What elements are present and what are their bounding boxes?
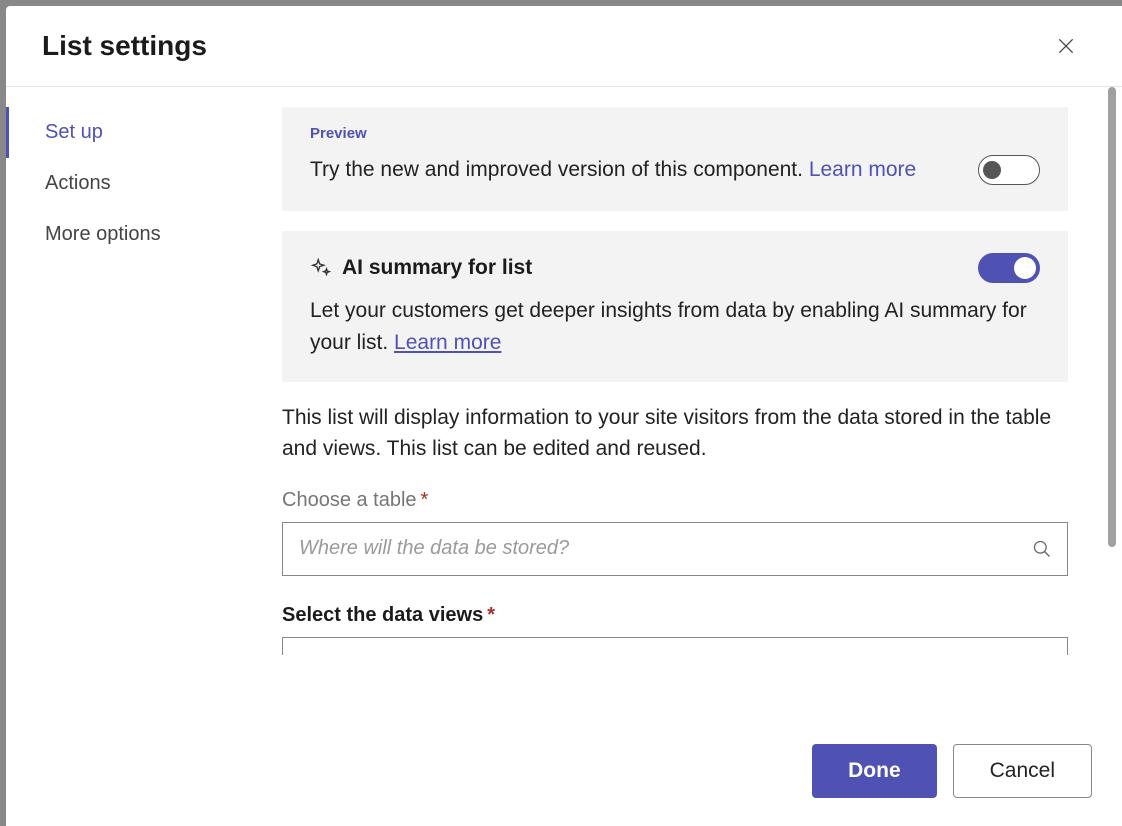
ai-learn-more-link[interactable]: Learn more xyxy=(394,331,501,354)
dialog-header: List settings xyxy=(6,6,1122,87)
choose-table-input-wrap xyxy=(282,522,1068,576)
required-asterisk: * xyxy=(487,604,495,626)
list-settings-dialog: List settings Set up Actions More option… xyxy=(6,6,1122,826)
dialog-footer: Done Cancel xyxy=(266,720,1104,826)
content-area: Preview Try the new and improved version… xyxy=(266,87,1122,826)
close-icon xyxy=(1056,36,1076,56)
required-asterisk: * xyxy=(421,489,429,511)
settings-sidebar: Set up Actions More options xyxy=(6,87,266,826)
select-views-label: Select the data views* xyxy=(282,604,1068,627)
preview-card: Preview Try the new and improved version… xyxy=(282,107,1068,211)
toggle-knob xyxy=(983,161,1001,179)
select-views-input[interactable] xyxy=(282,637,1068,655)
ai-summary-card: AI summary for list Let your customers g… xyxy=(282,231,1068,382)
toggle-knob xyxy=(1014,257,1036,279)
ai-summary-title: AI summary for list xyxy=(310,256,532,280)
close-button[interactable] xyxy=(1050,30,1082,62)
search-icon xyxy=(1032,539,1052,559)
preview-text: Try the new and improved version of this… xyxy=(310,154,916,187)
tab-more-options[interactable]: More options xyxy=(6,209,266,260)
tab-set-up[interactable]: Set up xyxy=(6,107,266,158)
list-description: This list will display information to yo… xyxy=(282,402,1068,465)
choose-table-label: Choose a table* xyxy=(282,489,1068,512)
preview-learn-more-link[interactable]: Learn more xyxy=(809,158,916,181)
sparkle-icon xyxy=(310,257,332,279)
scrollbar-track[interactable] xyxy=(1108,87,1116,826)
tab-actions[interactable]: Actions xyxy=(6,158,266,209)
done-button[interactable]: Done xyxy=(812,744,937,798)
preview-toggle[interactable] xyxy=(978,155,1040,185)
dialog-body: Set up Actions More options Preview Try … xyxy=(6,87,1122,826)
choose-table-input[interactable] xyxy=(282,522,1068,576)
dialog-title: List settings xyxy=(42,30,207,62)
scrollbar-thumb[interactable] xyxy=(1108,87,1116,547)
scroll-content: Preview Try the new and improved version… xyxy=(266,87,1098,826)
cancel-button[interactable]: Cancel xyxy=(953,744,1092,798)
preview-badge: Preview xyxy=(310,125,1040,142)
ai-summary-toggle[interactable] xyxy=(978,253,1040,283)
ai-summary-text: Let your customers get deeper insights f… xyxy=(310,295,1040,360)
